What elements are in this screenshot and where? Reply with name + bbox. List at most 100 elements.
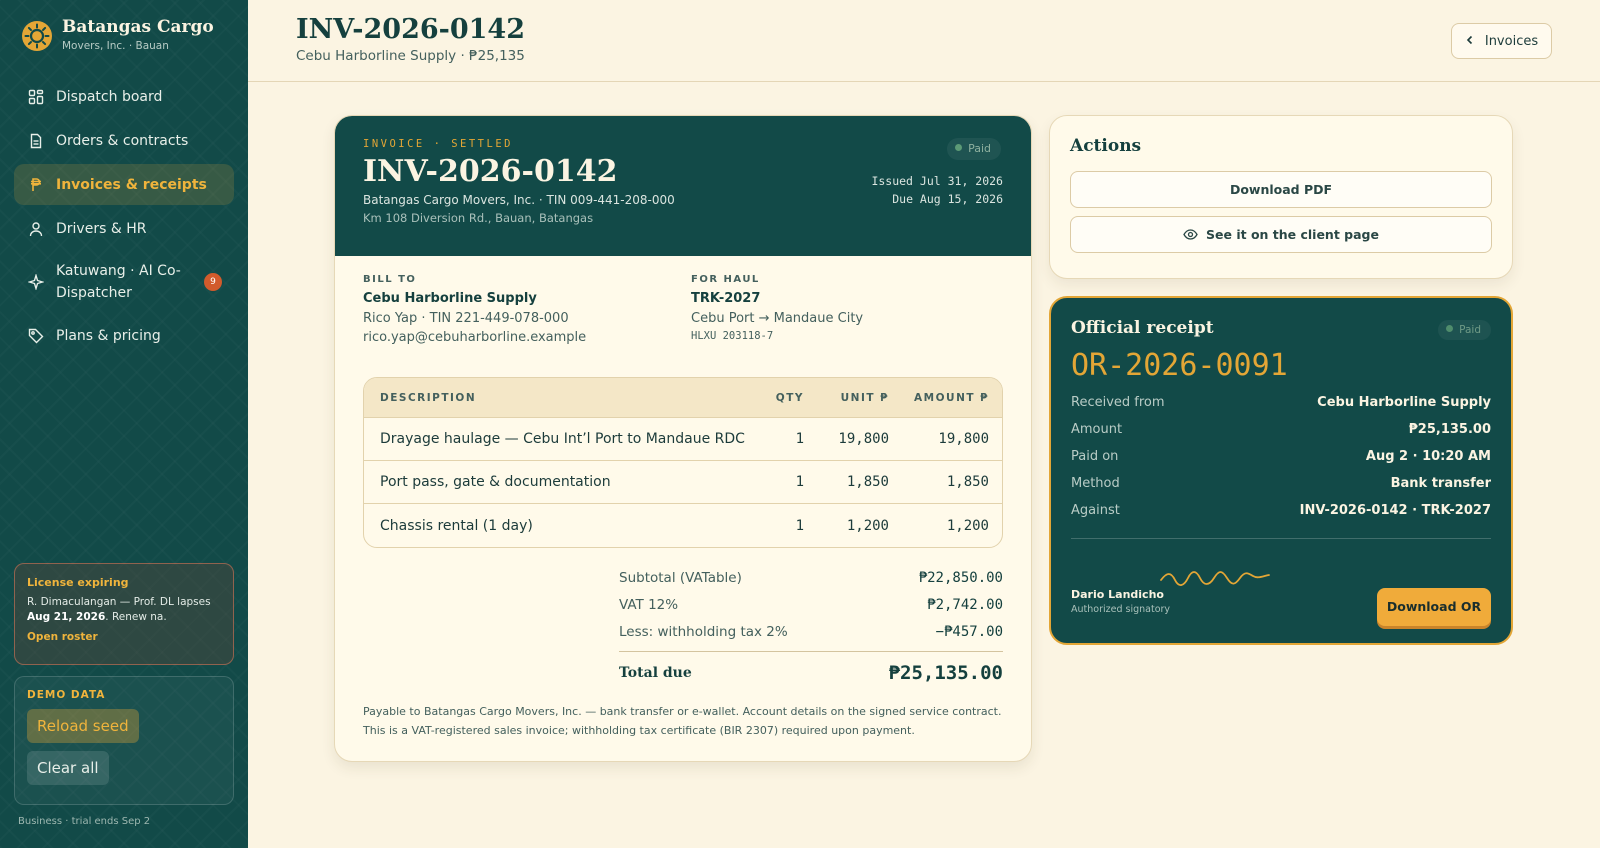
grid-icon (28, 89, 44, 104)
tag-icon (28, 328, 44, 343)
sidebar-item-label: Drivers & HR (56, 220, 147, 237)
table-row: Chassis rental (1 day) 1 1,200 1,200 (364, 504, 1002, 547)
demo-data-title: DEMO DATA (27, 689, 106, 701)
back-button-label: Invoices (1484, 33, 1539, 49)
status-dot-icon (955, 144, 963, 151)
line-qty: 1 (795, 474, 804, 490)
table-row: Drayage haulage — Cebu Int’l Port to Man… (364, 418, 1002, 461)
receipt-status-badge: Paid (1438, 320, 1491, 340)
receipt-field-label: Method (1071, 476, 1120, 491)
clear-all-button[interactable]: Clear all (27, 751, 109, 785)
sidebar-item-invoices[interactable]: Invoices & receipts (14, 164, 234, 205)
signatory-name: Dario Landicho (1071, 588, 1164, 601)
receipt-row: Paid on Aug 2 · 10:20 AM (1071, 443, 1491, 470)
brand[interactable]: Batangas Cargo Movers, Inc. · Bauan (22, 16, 214, 54)
line-amount: 1,850 (946, 474, 989, 490)
download-pdf-button[interactable]: Download PDF (1070, 171, 1492, 208)
line-description: Drayage haulage — Cebu Int’l Port to Man… (380, 431, 745, 447)
sidebar-nav: Dispatch board Orders & contracts Invoic… (14, 76, 234, 359)
license-alert-text: R. Dimaculangan — Prof. DL lapses (27, 596, 211, 608)
brand-name: Batangas Cargo (62, 17, 214, 37)
receipt-row: Against INV-2026-0142 · TRK-2027 (1071, 497, 1491, 524)
back-to-invoices-button[interactable]: Invoices (1451, 23, 1552, 59)
sidebar-item-plans[interactable]: Plans & pricing (14, 315, 234, 356)
sidebar-item-drivers[interactable]: Drivers & HR (14, 208, 234, 249)
sidebar-item-label: Dispatch board (56, 88, 163, 105)
receipt-field-value: INV-2026-0142 · TRK-2027 (1299, 503, 1491, 518)
receipt-row: Method Bank transfer (1071, 470, 1491, 497)
haul-label: FOR HAUL (691, 274, 760, 285)
line-items-table: DESCRIPTION QTY UNIT ₱ AMOUNT ₱ Drayage … (363, 377, 1003, 548)
open-roster-link[interactable]: Open roster (27, 631, 98, 643)
sidebar-item-label: Katuwang · AI Co-Dispatcher (56, 263, 181, 301)
invoice-header: INVOICE · SETTLED INV-2026-0142 Batangas… (335, 116, 1031, 256)
subtotal-label: Subtotal (VATable) (619, 569, 742, 586)
license-alert-title: License expiring (27, 576, 129, 589)
license-alert-date: Aug 21, 2026 (27, 611, 106, 623)
issuer-address: Km 108 Diversion Rd., Bauan, Batangas (363, 211, 594, 225)
receipt-number: OR-2026-0091 (1071, 348, 1288, 383)
notification-badge: 9 (204, 273, 222, 291)
receipt-row: Received from Cebu Harborline Supply (1071, 389, 1491, 416)
sidebar-item-orders[interactable]: Orders & contracts (14, 120, 234, 161)
reload-seed-button[interactable]: Reload seed (27, 709, 139, 743)
client-page-label: See it on the client page (1206, 227, 1379, 242)
receipt-field-label: Against (1071, 503, 1120, 518)
line-description: Port pass, gate & documentation (380, 474, 611, 490)
receipt-status-label: Paid (1459, 324, 1481, 336)
peso-icon (31, 177, 41, 191)
demo-data-card: DEMO DATA Reload seed Clear all (14, 676, 234, 805)
actions-card: Actions Download PDF See it on the clien… (1049, 115, 1513, 279)
actions-title: Actions (1070, 136, 1142, 156)
line-qty: 1 (795, 517, 804, 534)
receipt-field-value: Cebu Harborline Supply (1317, 395, 1491, 410)
official-receipt-card: Official receipt Paid OR-2026-0091 Recei… (1049, 296, 1513, 645)
receipt-divider (1071, 538, 1491, 539)
sidebar: Batangas Cargo Movers, Inc. · Bauan Disp… (0, 0, 248, 848)
column-amount: AMOUNT ₱ (914, 391, 989, 404)
haul-block: FOR HAUL TRK-2027 Cebu Port → Mandaue Ci… (691, 274, 863, 342)
receipt-title: Official receipt (1071, 318, 1214, 338)
payment-note: Payable to Batangas Cargo Movers, Inc. —… (363, 705, 1002, 737)
client-page-button[interactable]: See it on the client page (1070, 216, 1492, 253)
sun-logo-icon (22, 21, 52, 51)
truck-id: TRK-2027 (691, 291, 761, 306)
line-amount: 19,800 (938, 431, 989, 447)
sidebar-item-katuwang[interactable]: Katuwang · AI Co-Dispatcher 9 (14, 252, 234, 312)
plan-status: Business · trial ends Sep 2 (18, 816, 151, 827)
receipt-row: Amount ₱25,135.00 (1071, 416, 1491, 443)
license-alert-body: R. Dimaculangan — Prof. DL lapses Aug 21… (27, 595, 221, 625)
bill-to-block: BILL TO Cebu Harborline Supply Rico Yap … (363, 274, 586, 349)
sidebar-item-dispatch-board[interactable]: Dispatch board (14, 76, 234, 117)
line-unit-price: 19,800 (838, 431, 889, 447)
line-unit-price: 1,850 (846, 474, 889, 490)
sidebar-item-label: Invoices & receipts (56, 176, 207, 193)
page-subtitle: Cebu Harborline Supply · ₱25,135 (296, 48, 525, 64)
brand-subtitle: Movers, Inc. · Bauan (62, 40, 169, 52)
sparkle-icon (28, 274, 44, 290)
vat-row: VAT 12% ₱2,742.00 (619, 591, 1003, 618)
receipt-field-label: Received from (1071, 395, 1165, 410)
page-header: INV-2026-0142 Cebu Harborline Supply · ₱… (248, 0, 1600, 82)
line-unit-price: 1,200 (846, 517, 889, 534)
receipt-field-value: Bank transfer (1390, 476, 1491, 491)
column-unit: UNIT ₱ (840, 391, 889, 404)
total-due-value: ₱25,135.00 (888, 661, 1003, 684)
sidebar-item-label: Plans & pricing (56, 327, 161, 344)
line-qty: 1 (795, 431, 804, 447)
withholding-value: −₱457.00 (935, 623, 1003, 640)
table-row: Port pass, gate & documentation 1 1,850 … (364, 461, 1002, 504)
subtotal-row: Subtotal (VATable) ₱22,850.00 (619, 564, 1003, 591)
line-description: Chassis rental (1 day) (380, 517, 533, 534)
line-amount: 1,200 (946, 517, 989, 534)
download-or-button[interactable]: Download OR (1377, 588, 1491, 626)
total-due-label: Total due (619, 664, 692, 681)
status-badge-label: Paid (968, 142, 991, 155)
invoice-totals: Subtotal (VATable) ₱22,850.00 VAT 12% ₱2… (619, 564, 1003, 689)
container-number: HLXU 203118-7 (691, 330, 774, 342)
person-icon (29, 221, 43, 236)
due-date: Due Aug 15, 2026 (892, 192, 1003, 206)
client-email: rico.yap@cebuharborline.example (363, 330, 587, 345)
eye-icon (1183, 229, 1198, 240)
status-badge: Paid (947, 138, 1001, 160)
